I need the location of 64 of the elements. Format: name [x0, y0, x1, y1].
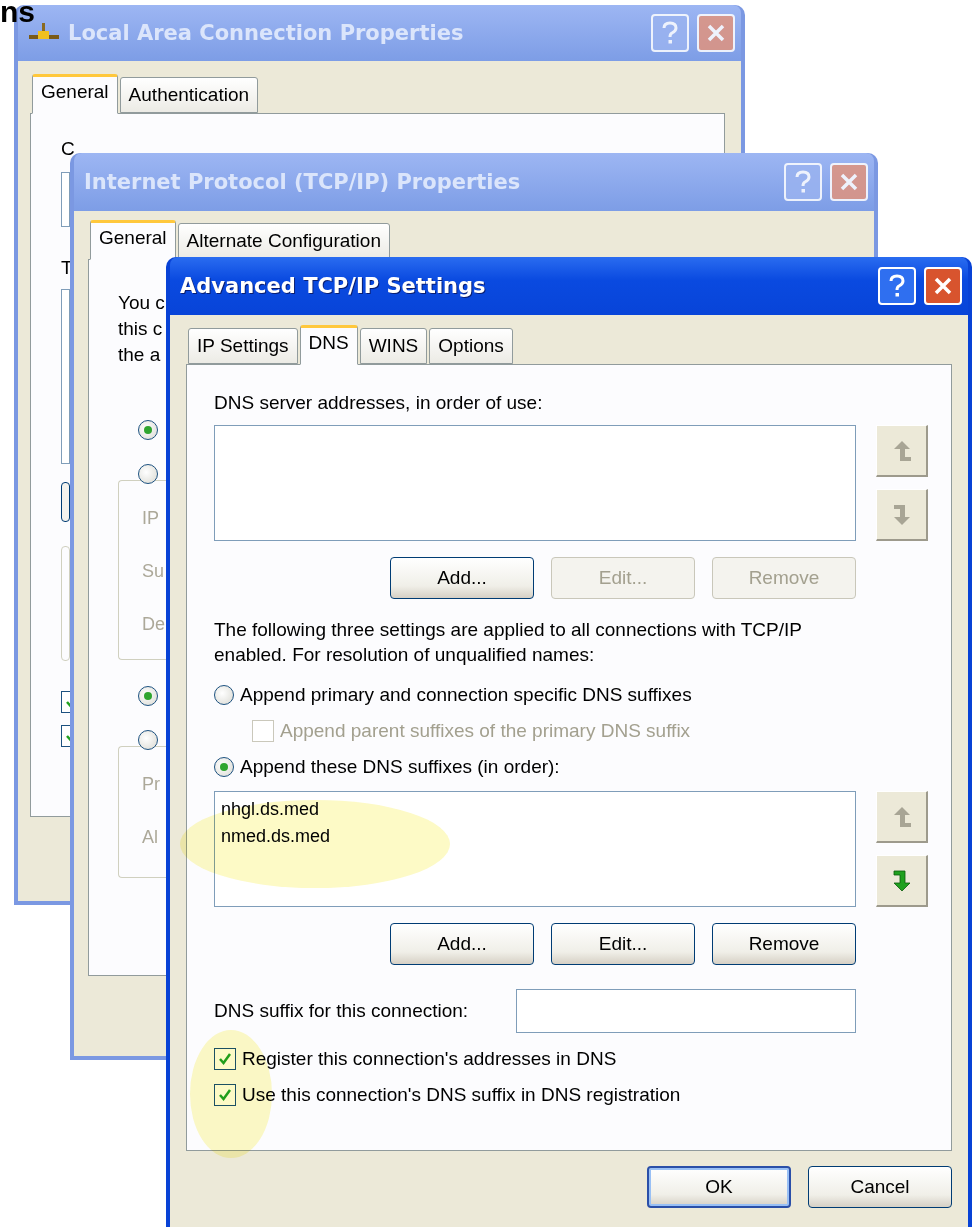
tab[interactable]: Options [429, 328, 513, 364]
close-icon [933, 276, 953, 296]
check-icon [218, 1088, 232, 1102]
field-label: DNS suffix for this connection: [214, 999, 469, 1023]
action-button[interactable]: Remove [712, 923, 856, 965]
dialog-button[interactable]: OK [647, 1166, 791, 1208]
intro-text: You c [118, 291, 165, 315]
list-item[interactable]: nhgl.ds.med [221, 796, 320, 823]
move-down-button[interactable] [876, 855, 928, 907]
radio-button[interactable] [138, 464, 158, 484]
install-button[interactable] [61, 482, 70, 522]
radio-button[interactable] [214, 685, 234, 705]
device-field [61, 172, 70, 227]
window-title: Local Area Connection Properties [68, 21, 465, 45]
radio-button[interactable] [138, 686, 158, 706]
label-text: C [61, 137, 75, 161]
radio-button[interactable] [214, 757, 234, 777]
radio-button[interactable] [138, 730, 158, 750]
close-button[interactable] [924, 267, 962, 305]
option-label: Append primary and connection specific DNS suffixes [240, 683, 692, 707]
tab[interactable]: Authentication [119, 77, 259, 113]
help-icon [661, 21, 679, 45]
option-label: Use this connection's DNS suffix in DNS registration [242, 1083, 681, 1107]
dns-server-list[interactable] [214, 425, 856, 541]
suffix-list[interactable]: nhgl.ds.med nmed.ds.med [214, 791, 856, 907]
checkbox[interactable] [214, 1084, 236, 1106]
checkbox[interactable] [214, 1048, 236, 1070]
action-button[interactable]: Add... [390, 923, 534, 965]
window-title: Advanced TCP/IP Settings [180, 274, 487, 298]
slide-title-fragment: ns [0, 0, 35, 24]
intro-text: this c [118, 317, 163, 341]
field-label: Pr [142, 773, 160, 796]
field-label: De [142, 613, 165, 636]
dns-suffix-field[interactable] [516, 989, 856, 1033]
help-icon [888, 274, 906, 298]
help-icon [794, 170, 812, 194]
tab[interactable]: DNS [299, 325, 358, 365]
option-label: Append these DNS suffixes (in order): [240, 755, 560, 779]
checkbox[interactable] [61, 691, 70, 713]
info-text: The following three settings are applied to all connections with TCP/IP enabled. For resolution of unqualified names: [214, 618, 803, 667]
close-icon [706, 23, 726, 43]
field-label: IP [142, 507, 159, 530]
radio-button[interactable] [138, 420, 158, 440]
window-title: Internet Protocol (TCP/IP) Properties [84, 170, 522, 194]
tab[interactable]: WINS [359, 328, 428, 364]
section-label: DNS server addresses, in order of use: [214, 391, 544, 415]
tab[interactable]: IP Settings [188, 328, 298, 364]
close-icon [839, 172, 859, 192]
option-label: Register this connection's addresses in DNS [242, 1047, 617, 1071]
tab[interactable]: General [32, 74, 118, 114]
option-label: Append parent suffixes of the primary DNS suffix [280, 719, 691, 743]
down-arrow-icon [890, 868, 913, 893]
intro-text: the a [118, 343, 161, 367]
checkbox[interactable] [61, 725, 70, 747]
field-label: Al [142, 826, 158, 849]
dialog-button[interactable]: Cancel [808, 1166, 952, 1208]
check-icon [218, 1052, 232, 1066]
tab[interactable]: General [90, 220, 176, 260]
action-button[interactable]: Edit... [551, 923, 695, 965]
field-label: Su [142, 560, 165, 583]
help-button[interactable] [878, 267, 916, 305]
action-button[interactable]: Add... [390, 557, 534, 599]
tab[interactable]: Alternate Configuration [177, 223, 390, 259]
list-item[interactable]: nmed.ds.med [221, 823, 331, 850]
